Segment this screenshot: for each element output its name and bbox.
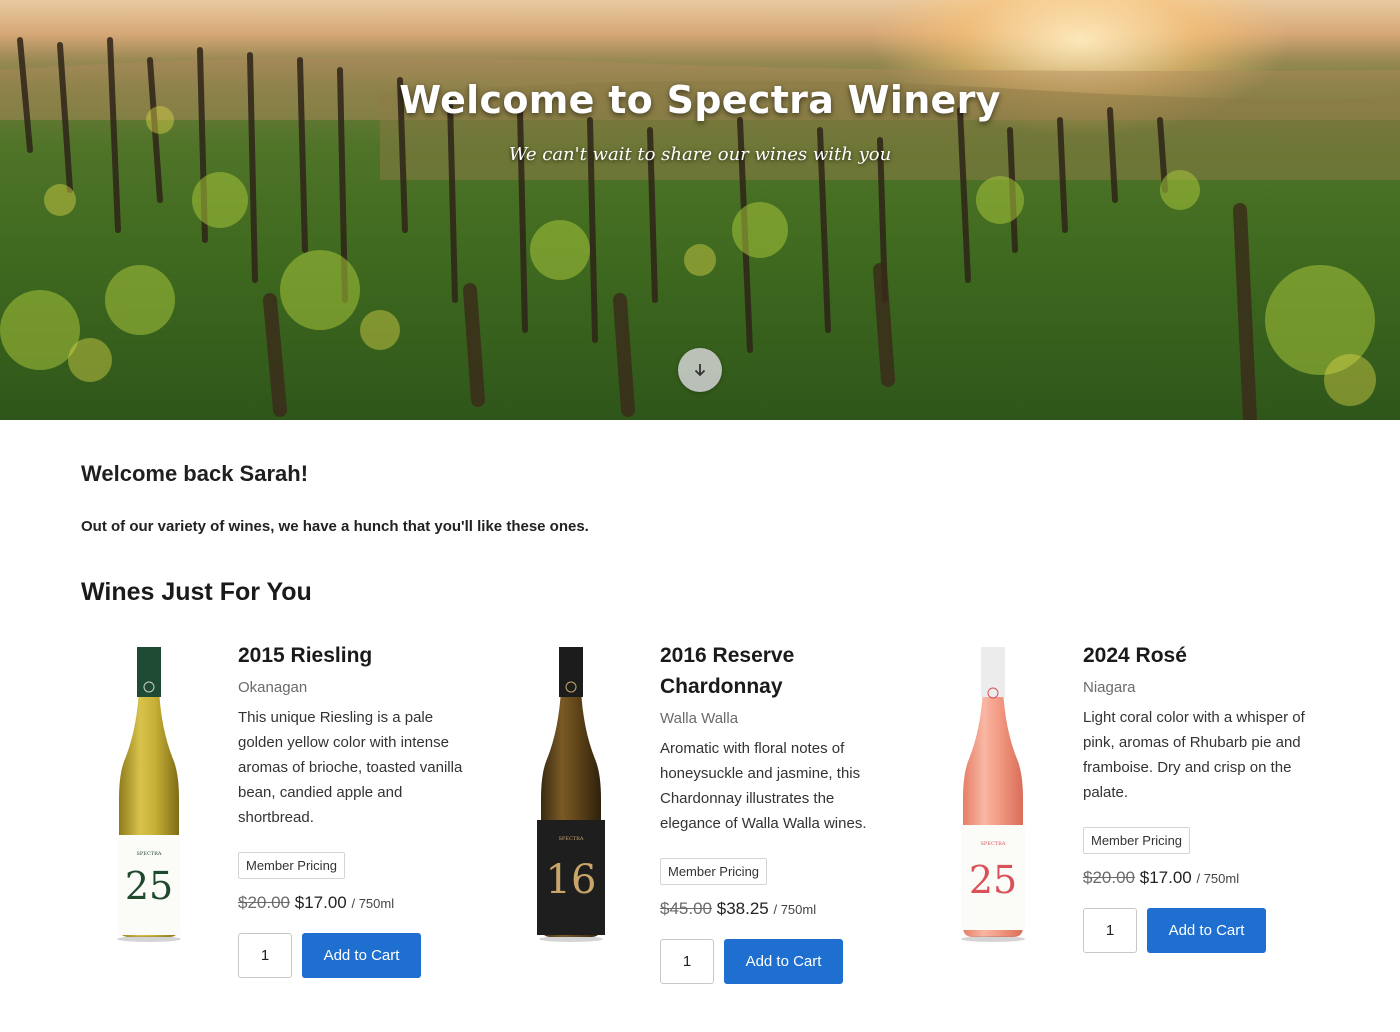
wine-card-riesling: 2015 Riesling Okanagan This unique Riesl… [238, 640, 478, 978]
member-pricing-badge: Member Pricing [660, 858, 768, 885]
member-pricing-badge: Member Pricing [1083, 827, 1191, 854]
price-unit: / 750ml [773, 902, 817, 917]
wine-region: Walla Walla [660, 710, 739, 727]
label-brand: SPECTRA [981, 841, 1006, 847]
wine-card-chardonnay: 2016 Reserve Chardonnay Walla Walla Arom… [660, 640, 890, 984]
section-title: Wines Just For You [81, 578, 312, 606]
member-pricing-badge: Member Pricing [238, 852, 346, 879]
price-row: $20.00 $17.00 / 750ml [1083, 868, 1333, 888]
quantity-input[interactable] [238, 933, 292, 978]
wine-card-rose: 2024 Rosé Niagara Light coral color with… [1083, 640, 1333, 953]
wine-name[interactable]: 2016 Reserve Chardonnay [660, 640, 890, 702]
wine-description: This unique Riesling is a pale golden ye… [238, 709, 463, 826]
original-price: $45.00 [660, 899, 712, 918]
chardonnay-bottle-image: SPECTRA 16 [537, 647, 605, 942]
price-row: $45.00 $38.25 / 750ml [660, 899, 890, 919]
member-price: $17.00 [294, 893, 347, 912]
cart-row: Add to Cart [1083, 908, 1333, 953]
label-number: 25 [969, 858, 1017, 902]
quantity-input[interactable] [660, 939, 714, 984]
hero-title: Welcome to Spectra Winery [399, 78, 1001, 122]
hero-banner: Welcome to Spectra Winery We can't wait … [0, 0, 1400, 420]
original-price: $20.00 [1083, 868, 1135, 887]
add-to-cart-button[interactable]: Add to Cart [1147, 908, 1266, 953]
label-brand: SPECTRA [137, 851, 162, 857]
cart-row: Add to Cart [660, 939, 890, 984]
original-price: $20.00 [238, 893, 290, 912]
label-brand: SPECTRA [559, 836, 584, 842]
wine-name[interactable]: 2024 Rosé [1083, 640, 1333, 671]
member-price: $17.00 [1139, 868, 1192, 887]
price-row: $20.00 $17.00 / 750ml [238, 893, 478, 913]
wine-description: Light coral color with a whisper of pink… [1083, 709, 1305, 801]
add-to-cart-button[interactable]: Add to Cart [302, 933, 421, 978]
scroll-down-button[interactable] [678, 348, 722, 392]
quantity-input[interactable] [1083, 908, 1137, 953]
wine-region: Okanagan [238, 679, 308, 696]
riesling-bottle-image: SPECTRA 25 [117, 647, 181, 942]
label-number: 16 [546, 857, 597, 903]
member-price: $38.25 [716, 899, 769, 918]
cart-row: Add to Cart [238, 933, 478, 978]
wine-description: Aromatic with floral notes of honeysuckl… [660, 740, 867, 832]
arrow-down-icon [694, 364, 706, 377]
price-unit: / 750ml [1196, 871, 1240, 886]
rose-bottle-image: SPECTRA 25 [961, 647, 1025, 942]
wine-region: Niagara [1083, 679, 1136, 696]
wine-name[interactable]: 2015 Riesling [238, 640, 478, 671]
intro-text: Out of our variety of wines, we have a h… [81, 518, 589, 535]
hero-subtitle: We can't wait to share our wines with yo… [508, 144, 892, 165]
price-unit: / 750ml [351, 896, 395, 911]
label-number: 25 [125, 864, 173, 908]
greeting-heading: Welcome back Sarah! [81, 461, 309, 486]
add-to-cart-button[interactable]: Add to Cart [724, 939, 843, 984]
